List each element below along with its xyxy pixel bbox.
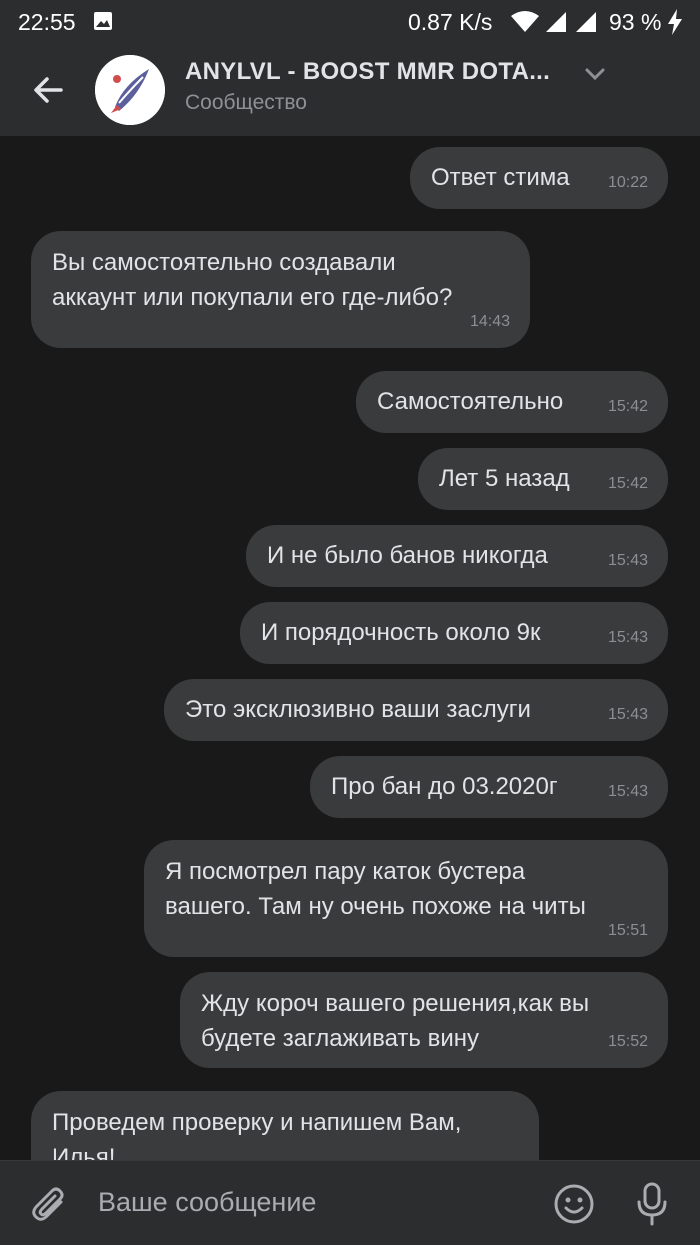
message-text: Проведем проверку и напишем Вам,: [52, 1109, 462, 1136]
message-text: Это эксклюзивно ваши заслуги: [185, 696, 531, 723]
paperclip-icon[interactable]: [30, 1183, 68, 1225]
message-text: вашего. Там ну очень похоже на читы: [165, 893, 586, 920]
status-time: 22:55: [18, 9, 76, 35]
chat-header: ANYLVL - BOOST MMR DOTA... Сообщество: [0, 44, 700, 136]
status-bar: 22:55 0.87 K/s 93 %: [0, 0, 700, 44]
chevron-down-icon[interactable]: [583, 64, 607, 84]
message-list[interactable]: Ответ стима 10:22 Вы самостоятельно созд…: [0, 136, 700, 1160]
message-text: Илья!: [52, 1144, 116, 1160]
arrow-left-icon[interactable]: [30, 72, 66, 108]
message-text: Жду короч вашего решения,как вы: [201, 990, 590, 1017]
wifi-icon: [511, 11, 539, 32]
rocket-logo-icon: [95, 55, 165, 125]
charging-icon: [668, 9, 682, 35]
message-time: 15:43: [607, 629, 648, 646]
message-text: Я посмотрел пару каток бустера: [165, 858, 526, 885]
message-time: 10:22: [607, 174, 648, 191]
message-text: И порядочность около 9к: [261, 619, 541, 646]
message-time: 15:42: [607, 398, 648, 415]
message-text: Ответ стима: [431, 164, 570, 191]
message-time: 15:51: [607, 922, 648, 939]
message-bubble[interactable]: Жду короч вашего решения,как вы будете з…: [180, 972, 668, 1068]
message-time: 15:52: [607, 1033, 648, 1050]
image-notification-icon: [94, 12, 112, 30]
message-text: Про бан до 03.2020г: [331, 773, 558, 800]
signal-icon-2: [576, 12, 596, 32]
message-time: 15:43: [607, 552, 648, 569]
message-bubble[interactable]: Ответ стима 10:22: [410, 147, 668, 209]
chat-subtitle: Сообщество: [185, 91, 307, 114]
message-time: 15:43: [607, 783, 648, 800]
message-text: будете заглаживать вину: [201, 1025, 479, 1052]
message-bubble[interactable]: Вы самостоятельно создавали аккаунт или …: [31, 231, 530, 348]
message-text: Лет 5 назад: [439, 465, 570, 492]
message-bubble[interactable]: Это эксклюзивно ваши заслуги 15:43: [164, 679, 668, 741]
message-time: 15:43: [607, 706, 648, 723]
chat-title[interactable]: ANYLVL - BOOST MMR DOTA...: [185, 58, 565, 86]
network-speed: 0.87 K/s: [408, 9, 493, 35]
message-bubble[interactable]: Про бан до 03.2020г 15:43: [310, 756, 668, 818]
message-text: Вы самостоятельно создавали: [52, 249, 396, 276]
message-input[interactable]: Ваше сообщение: [98, 1187, 518, 1218]
message-bubble[interactable]: И не было банов никогда 15:43: [246, 525, 668, 587]
avatar[interactable]: [95, 55, 165, 125]
message-time: 14:43: [469, 313, 510, 330]
message-text: Самостоятельно: [377, 388, 564, 415]
microphone-icon[interactable]: [634, 1181, 670, 1227]
message-bubble[interactable]: Самостоятельно 15:42: [356, 371, 668, 433]
message-bubble[interactable]: И порядочность около 9к 15:43: [240, 602, 668, 664]
smile-icon[interactable]: [553, 1183, 595, 1225]
message-bubble[interactable]: Проведем проверку и напишем Вам, Илья!: [31, 1091, 539, 1160]
signal-icon: [546, 12, 566, 32]
message-time: 15:42: [607, 475, 648, 492]
battery-level: 93 %: [609, 9, 662, 35]
message-bubble[interactable]: Лет 5 назад 15:42: [418, 448, 668, 510]
message-bubble[interactable]: Я посмотрел пару каток бустера вашего. Т…: [144, 840, 668, 957]
message-text: аккаунт или покупали его где-либо?: [52, 284, 453, 311]
message-text: И не было банов никогда: [267, 542, 548, 569]
message-composer: Ваше сообщение: [0, 1160, 700, 1245]
